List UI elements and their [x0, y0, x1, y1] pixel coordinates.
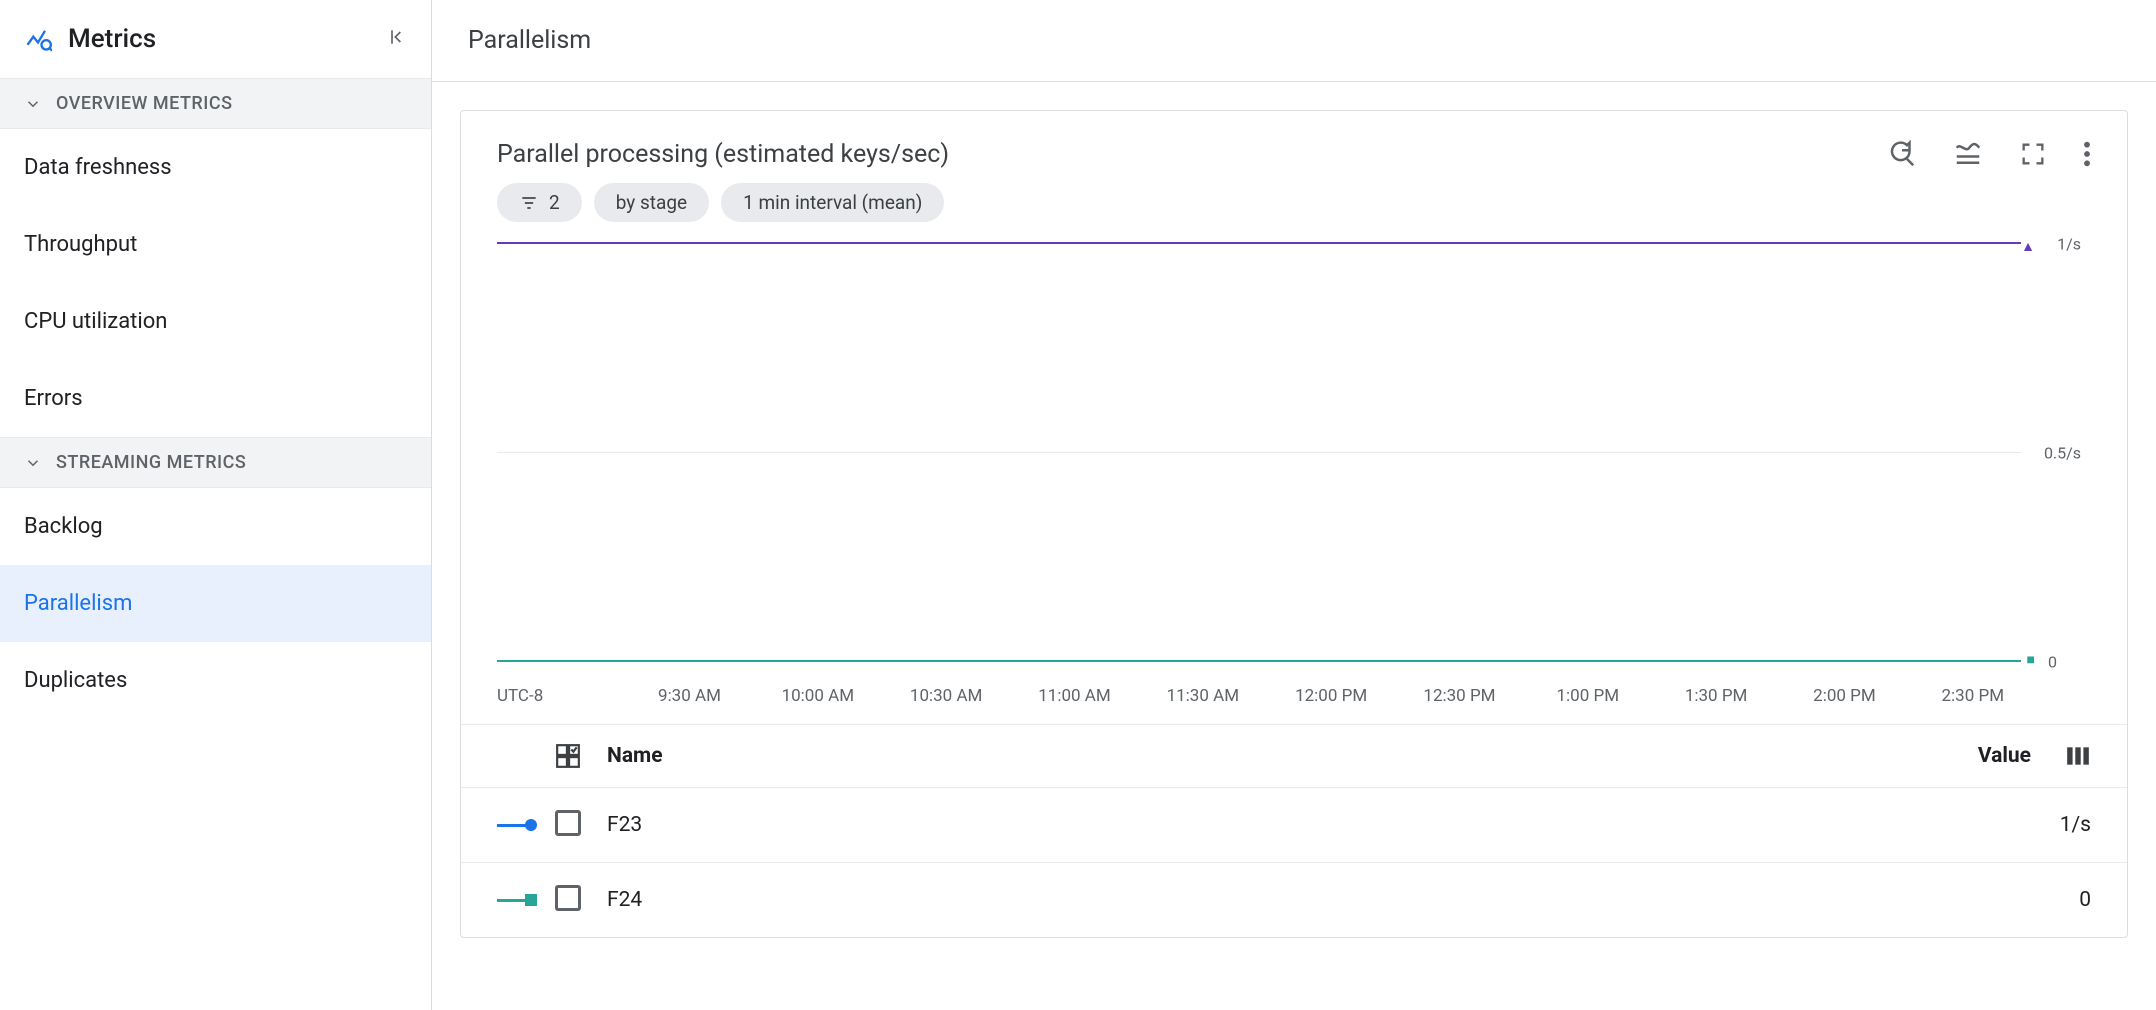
- x-tick-label: 10:00 AM: [754, 686, 882, 706]
- series-checkbox[interactable]: [555, 810, 581, 836]
- legend-series-name: F24: [607, 888, 1911, 912]
- y-tick-label: 0: [2048, 653, 2057, 672]
- filter-count-chip[interactable]: 2: [497, 183, 582, 222]
- x-tick-label: 11:30 AM: [1139, 686, 1267, 706]
- x-tick-label: 2:00 PM: [1780, 686, 1908, 706]
- collapse-sidebar-button[interactable]: [387, 27, 407, 51]
- y-tick-label: 0.5/s: [2044, 444, 2081, 463]
- x-axis: UTC-8 9:30 AM 10:00 AM 10:30 AM 11:00 AM…: [461, 672, 2127, 725]
- sidebar-title: Metrics: [68, 24, 156, 54]
- x-tick-label: 10:30 AM: [882, 686, 1010, 706]
- x-tick-label: 2:30 PM: [1909, 686, 2037, 706]
- section-label: OVERVIEW METRICS: [56, 93, 233, 114]
- gridline: 0.5/s: [497, 452, 2021, 453]
- legend-value-header[interactable]: Value: [1911, 744, 2031, 768]
- series-end-marker-f23: ▲: [2021, 238, 2035, 255]
- metrics-icon: [24, 25, 52, 53]
- series-marker: [497, 819, 555, 831]
- legend-header: Name Value: [461, 725, 2127, 788]
- legend-row-f23[interactable]: F23 1/s: [461, 788, 2127, 863]
- columns-icon[interactable]: [2065, 743, 2091, 769]
- fullscreen-icon[interactable]: [2019, 140, 2047, 168]
- filter-icon: [519, 193, 539, 213]
- nav-data-freshness[interactable]: Data freshness: [0, 129, 431, 206]
- legend-name-header[interactable]: Name: [607, 744, 1911, 768]
- more-options-icon[interactable]: [2083, 140, 2091, 168]
- main-panel: Parallelism Parallel processing (estimat…: [432, 0, 2156, 1010]
- x-tick-label: 11:00 AM: [1010, 686, 1138, 706]
- sidebar-header: Metrics: [0, 0, 431, 78]
- group-by-chip[interactable]: by stage: [594, 183, 709, 222]
- chart-title: Parallel processing (estimated keys/sec): [497, 140, 1887, 169]
- nav-errors[interactable]: Errors: [0, 360, 431, 437]
- chevron-down-icon: [24, 454, 42, 472]
- section-streaming-metrics[interactable]: STREAMING METRICS: [0, 437, 431, 488]
- series-line-f24: ■ 0: [497, 660, 2021, 662]
- nav-cpu-utilization[interactable]: CPU utilization: [0, 283, 431, 360]
- select-all-icon[interactable]: [555, 743, 581, 769]
- section-overview-metrics[interactable]: OVERVIEW METRICS: [0, 78, 431, 129]
- series-line-f23: ▲ 1/s: [497, 242, 2021, 244]
- chart-card: Parallel processing (estimated keys/sec)…: [460, 110, 2128, 938]
- nav-parallelism[interactable]: Parallelism: [0, 565, 431, 642]
- series-checkbox[interactable]: [555, 885, 581, 911]
- series-marker: [497, 894, 555, 906]
- chevron-down-icon: [24, 95, 42, 113]
- nav-backlog[interactable]: Backlog: [0, 488, 431, 565]
- reset-zoom-icon[interactable]: [1887, 139, 1917, 169]
- legend-series-value: 1/s: [1911, 813, 2091, 837]
- chart-area[interactable]: ▲ 1/s 0.5/s ■ 0: [461, 242, 2127, 672]
- sidebar: Metrics OVERVIEW METRICS Data freshness …: [0, 0, 432, 1010]
- section-label: STREAMING METRICS: [56, 452, 246, 473]
- timezone-label: UTC-8: [497, 686, 625, 706]
- series-end-marker-f24: ■: [2027, 651, 2035, 668]
- page-title: Parallelism: [432, 0, 2156, 82]
- legend-row-f24[interactable]: F24 0: [461, 863, 2127, 937]
- legend-series-value: 0: [1911, 888, 2091, 912]
- x-tick-label: 12:30 PM: [1395, 686, 1523, 706]
- interval-chip[interactable]: 1 min interval (mean): [721, 183, 944, 222]
- x-tick-label: 1:00 PM: [1524, 686, 1652, 706]
- y-tick-label: 1/s: [2057, 235, 2081, 254]
- x-tick-label: 9:30 AM: [625, 686, 753, 706]
- x-tick-label: 1:30 PM: [1652, 686, 1780, 706]
- nav-throughput[interactable]: Throughput: [0, 206, 431, 283]
- legend-series-name: F23: [607, 813, 1911, 837]
- legend-toggle-icon[interactable]: [1953, 139, 1983, 169]
- chevron-left-bar-icon: [387, 27, 407, 47]
- nav-duplicates[interactable]: Duplicates: [0, 642, 431, 719]
- filter-count: 2: [549, 191, 560, 214]
- x-tick-label: 12:00 PM: [1267, 686, 1395, 706]
